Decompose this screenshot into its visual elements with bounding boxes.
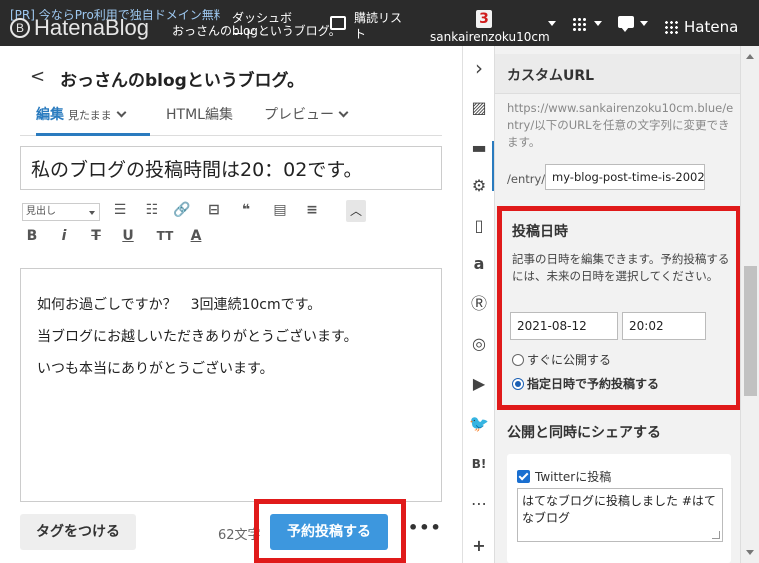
hatena-blog-logo-icon: B bbox=[10, 18, 30, 38]
twitter-message-text: はてなブログに投稿しました #はてなブログ bbox=[522, 494, 716, 525]
twitter-icon[interactable]: 🐦 bbox=[467, 412, 491, 436]
publish-now-label: すぐに公開する bbox=[527, 353, 612, 367]
editor-pane: < おっさんのblogというブログ。 編集 見たまま HTML編集 プレビュー 私… bbox=[0, 46, 462, 563]
more-options-icon[interactable]: ••• bbox=[408, 518, 442, 537]
body-line: 当ブログにお越しいただきありがとうございます。 bbox=[37, 329, 358, 345]
subscriptions-link[interactable]: 購読リスト bbox=[354, 10, 408, 42]
twitter-share-card: Twitterに投稿 はてなブログに投稿しました #はてなブログ bbox=[507, 454, 731, 563]
heading-select[interactable]: 見出し bbox=[22, 203, 100, 221]
publish-now-radio[interactable]: すぐに公開する bbox=[512, 351, 611, 368]
font-size-button[interactable]: TT bbox=[152, 226, 178, 246]
scroll-down-icon[interactable] bbox=[746, 550, 754, 555]
hatena-label: Hatena bbox=[684, 18, 739, 36]
dashboard-link[interactable]: ダッシュボード bbox=[232, 10, 292, 42]
youtube-icon[interactable]: ▶ bbox=[467, 372, 491, 396]
collapse-panel-chevron-icon[interactable]: › bbox=[467, 56, 491, 80]
chevron-down-icon bbox=[338, 107, 349, 118]
bullet-list-icon[interactable]: ☰ bbox=[110, 200, 130, 220]
add-plugin-icon[interactable]: + bbox=[467, 534, 491, 558]
schedule-label: 指定日時で予約投稿する bbox=[527, 377, 660, 391]
editor-mode-tabs: 編集 見たまま HTML編集 プレビュー bbox=[20, 104, 442, 136]
user-menu-chevron-down-icon[interactable] bbox=[548, 21, 556, 26]
formatting-toolbar: 見出し ☰ ☷ 🔗 ⊟ ❝ ▤ ≡ ︿ B i T U TT A bbox=[20, 198, 442, 256]
gear-icon[interactable]: ⚙ bbox=[467, 174, 491, 198]
back-arrow-icon[interactable]: < bbox=[30, 66, 45, 87]
hatena-link[interactable]: Hatena bbox=[664, 18, 738, 36]
checkbox-checked[interactable] bbox=[517, 470, 530, 483]
editor-blog-title: おっさんのblogというブログ。 bbox=[60, 71, 305, 91]
horizontal-rule-icon[interactable]: ⊟ bbox=[204, 200, 224, 220]
more-icon[interactable]: ⋯ bbox=[467, 492, 491, 516]
table-icon[interactable]: ▤ bbox=[270, 200, 290, 220]
tab-wysiwyg-sub: 見たまま bbox=[68, 109, 112, 122]
post-datetime-section: 投稿日時 記事の日時を編集できます。予約投稿するには、未来の日時を選択してくださ… bbox=[497, 206, 741, 410]
subscriptions-icon[interactable] bbox=[330, 16, 346, 30]
resize-handle[interactable] bbox=[712, 531, 720, 539]
body-line: 如何お過ごしですか？ 3回連続10cmです。 bbox=[37, 297, 322, 313]
hatena-dots-icon bbox=[664, 20, 678, 34]
document-icon[interactable]: ▯ bbox=[467, 214, 491, 238]
comment-chevron-down-icon[interactable] bbox=[640, 21, 648, 26]
body-line: いつも本当にありがとうございます。 bbox=[37, 361, 274, 377]
hatena-blog-logo[interactable]: B HatenaBlog bbox=[10, 15, 149, 41]
custom-url-heading: カスタムURL bbox=[495, 54, 741, 94]
twitter-share-checkbox-row[interactable]: Twitterに投稿 bbox=[517, 468, 611, 485]
collapse-toolbar-icon[interactable]: ︿ bbox=[346, 200, 366, 222]
post-date-input[interactable]: 2021-08-12 bbox=[510, 312, 618, 340]
twitter-share-label: Twitterに投稿 bbox=[535, 470, 612, 484]
panel-scrollbar[interactable] bbox=[740, 46, 759, 563]
user-menu[interactable]: sankairenzoku10cm bbox=[430, 30, 550, 44]
chevron-down-icon bbox=[116, 107, 127, 118]
post-datetime-description: 記事の日時を編集できます。予約投稿するには、未来の日時を選択してください。 bbox=[512, 252, 730, 283]
custom-url-description: https://www.sankairenzoku10cm.blue/entry… bbox=[507, 101, 734, 149]
post-datetime-heading: 投稿日時 bbox=[512, 224, 568, 240]
underline-button[interactable]: U bbox=[118, 226, 138, 246]
italic-button[interactable]: i bbox=[54, 226, 74, 246]
comment-bubble-icon[interactable] bbox=[618, 16, 634, 32]
add-tag-button[interactable]: タグをつける bbox=[20, 514, 136, 550]
folder-icon[interactable]: ▬ bbox=[467, 136, 491, 160]
logo-text: HatenaBlog bbox=[34, 15, 149, 40]
instagram-icon[interactable]: ◎ bbox=[467, 332, 491, 356]
bold-button[interactable]: B bbox=[22, 226, 42, 246]
scroll-thumb[interactable] bbox=[744, 266, 757, 396]
share-heading: 公開と同時にシェアする bbox=[507, 425, 661, 441]
tab-html[interactable]: HTML編集 bbox=[166, 104, 233, 136]
link-icon[interactable]: 🔗 bbox=[172, 200, 192, 220]
radio-button bbox=[512, 353, 524, 366]
apps-grid-icon[interactable] bbox=[572, 17, 586, 31]
numbered-list-icon[interactable]: ☷ bbox=[142, 200, 162, 220]
amazon-icon[interactable]: a bbox=[467, 252, 491, 276]
custom-url-input[interactable]: my-blog-post-time-is-2002 bbox=[545, 164, 705, 190]
schedule-radio[interactable]: 指定日時で予約投稿する bbox=[512, 375, 659, 392]
post-body-editor[interactable]: 如何お過ごしですか？ 3回連続10cmです。 当ブログにお越しいただきありがとう… bbox=[20, 268, 442, 502]
post-time-input[interactable]: 20:02 bbox=[622, 312, 706, 340]
entry-prefix-label: /entry/ bbox=[507, 172, 546, 186]
scroll-up-icon[interactable] bbox=[746, 54, 754, 59]
notification-badge[interactable]: 3 bbox=[476, 10, 492, 28]
tab-wysiwyg-label: 編集 bbox=[36, 107, 64, 123]
strikethrough-button[interactable]: T bbox=[86, 226, 106, 246]
tab-preview[interactable]: プレビュー bbox=[264, 104, 349, 136]
apps-chevron-down-icon[interactable] bbox=[594, 21, 602, 26]
tab-preview-label: プレビュー bbox=[264, 107, 334, 123]
global-header: [PR] 今ならPro利用で独自ドメイン無料 B HatenaBlog おっさん… bbox=[0, 0, 759, 46]
schedule-post-button[interactable]: 予約投稿する bbox=[270, 514, 388, 550]
text-align-icon[interactable]: ≡ bbox=[302, 200, 322, 220]
post-title-input[interactable]: 私のブログの投稿時間は20：02です。 bbox=[20, 146, 442, 190]
hatena-bookmark-icon[interactable]: B! bbox=[467, 452, 491, 476]
settings-panel: カスタムURL https://www.sankairenzoku10cm.bl… bbox=[494, 46, 741, 563]
text-color-button[interactable]: A bbox=[186, 226, 206, 246]
sidebar-icon-strip: › ▨ ▬ ⚙ ▯ a Ⓡ ◎ ▶ 🐦 B! ⋯ + bbox=[462, 46, 495, 563]
image-icon[interactable]: ▨ bbox=[467, 96, 491, 120]
radio-button-selected bbox=[512, 377, 524, 390]
blockquote-icon[interactable]: ❝ bbox=[236, 200, 256, 220]
tab-wysiwyg[interactable]: 編集 見たまま bbox=[36, 104, 150, 136]
twitter-message-textarea[interactable]: はてなブログに投稿しました #はてなブログ bbox=[517, 488, 723, 542]
rakuten-icon[interactable]: Ⓡ bbox=[467, 292, 491, 316]
